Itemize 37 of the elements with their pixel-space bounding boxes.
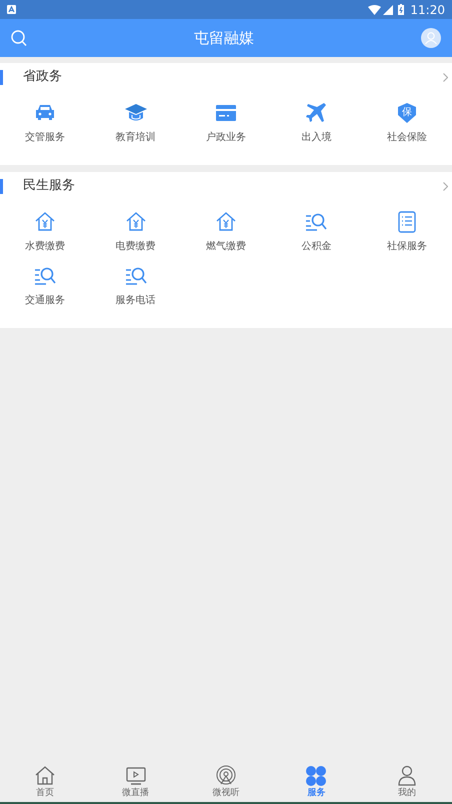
four-petal-icon xyxy=(305,764,328,786)
chevron-right-icon[interactable] xyxy=(443,72,448,82)
service-item[interactable]: 交通服务 xyxy=(0,264,90,306)
service-item[interactable]: 户政业务 xyxy=(180,101,272,143)
accent-bar xyxy=(0,70,3,84)
service-item[interactable]: 保 社会保险 xyxy=(362,101,452,143)
section-title: 民生服务 xyxy=(23,177,76,196)
service-item[interactable]: 出入境 xyxy=(271,101,362,143)
service-item[interactable]: 电费缴费 xyxy=(90,210,181,252)
service-item[interactable]: 社保服务 xyxy=(362,210,452,252)
service-item[interactable]: 教育培训 xyxy=(90,101,181,143)
tab[interactable]: 微直播 xyxy=(90,760,181,802)
service-item[interactable]: 交管服务 xyxy=(0,101,90,143)
airplane-icon xyxy=(304,101,328,125)
tv-icon xyxy=(124,764,147,786)
battery-icon xyxy=(398,4,404,15)
header-title: 屯留融媒 xyxy=(194,28,254,49)
chevron-right-icon[interactable] xyxy=(443,182,448,190)
person-icon xyxy=(396,764,418,786)
status-time: 11:20 xyxy=(410,4,445,16)
section-title: 省政务 xyxy=(23,68,63,86)
service-item[interactable]: 服务电话 xyxy=(90,264,181,306)
shield-glyph: 保 xyxy=(402,108,412,118)
service-item[interactable]: 燃气缴费 xyxy=(180,210,272,252)
accent-bar xyxy=(0,178,3,194)
tab[interactable]: 首页 xyxy=(0,760,90,802)
notification-icon xyxy=(7,5,16,14)
home-icon xyxy=(34,764,56,786)
tab[interactable]: 我的 xyxy=(362,760,452,802)
search-icon[interactable] xyxy=(11,30,27,46)
avatar-icon[interactable] xyxy=(421,28,441,48)
broadcast-icon xyxy=(215,764,238,786)
service-item[interactable]: 公积金 xyxy=(271,210,362,252)
service-item[interactable]: 水费缴费 xyxy=(0,210,90,252)
wifi-icon xyxy=(368,4,382,14)
tab[interactable]: 微视听 xyxy=(180,760,272,802)
signal-icon xyxy=(383,4,394,14)
